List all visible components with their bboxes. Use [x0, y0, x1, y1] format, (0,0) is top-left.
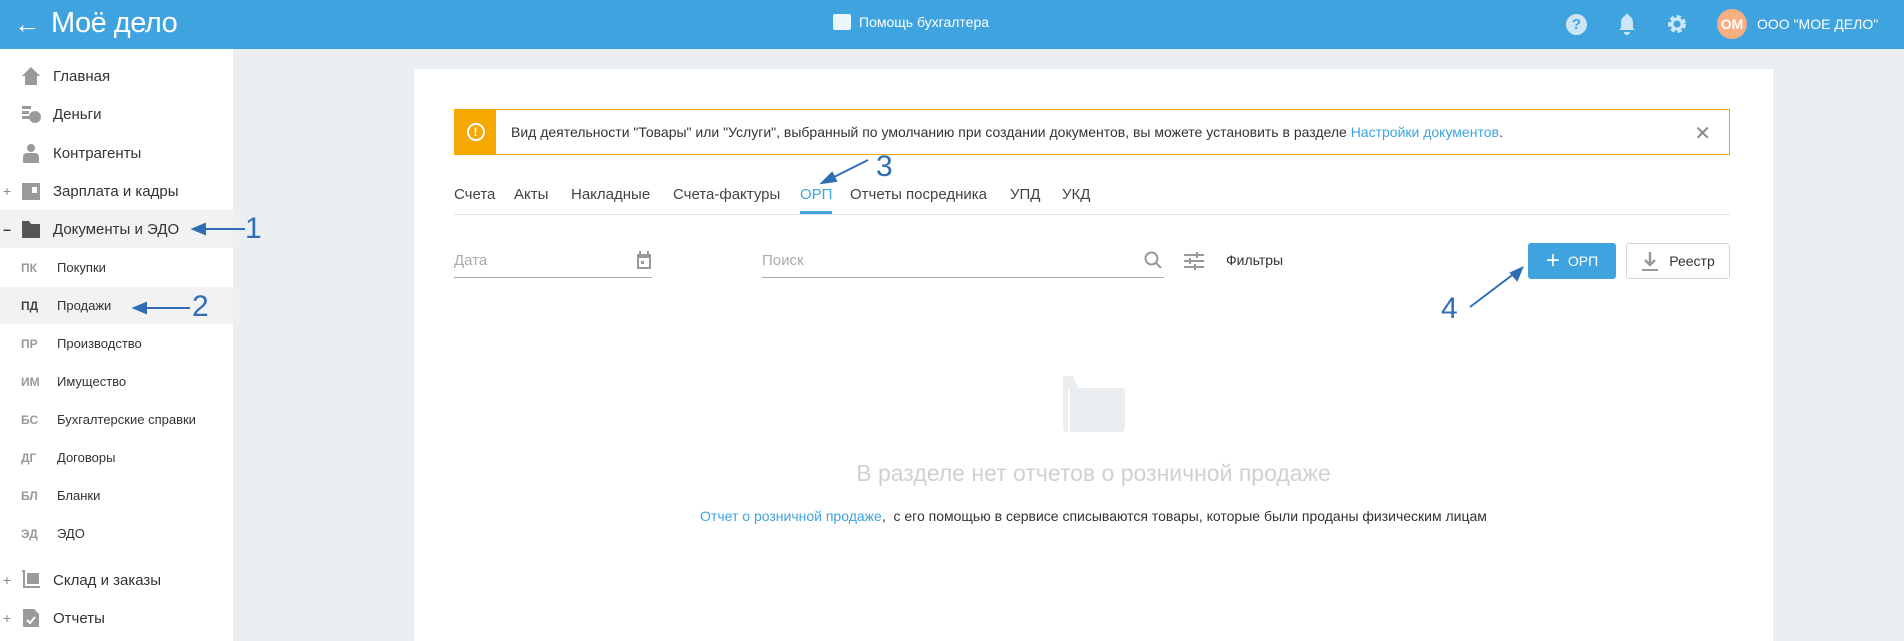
tab-acts[interactable]: Акты — [514, 186, 548, 214]
back-arrow-icon[interactable]: ← — [14, 9, 40, 40]
sidebar-item-label: Главная — [53, 67, 111, 85]
plus-icon: + — [1545, 247, 1560, 274]
tab-invoices[interactable]: Счета — [454, 186, 495, 214]
report-icon — [20, 607, 42, 629]
alert-text-end: . — [1498, 124, 1503, 140]
tabs-divider — [454, 214, 1730, 215]
subitem-label: Имущество — [57, 374, 127, 389]
expand-icon[interactable]: + — [0, 610, 14, 626]
alert-text: Вид деятельности "Товары" или "Услуги", … — [511, 124, 1351, 140]
accountant-help-link[interactable]: Помощь бухгалтера — [833, 14, 989, 30]
subitem-abbr: ДГ — [21, 450, 37, 465]
cash-register-icon — [833, 14, 851, 30]
subitem-label: Продажи — [57, 298, 112, 313]
subitem-label: Бланки — [57, 488, 101, 503]
subitem-abbr: ПР — [21, 336, 38, 351]
subitem-label: Производство — [57, 336, 142, 351]
calendar-icon[interactable] — [636, 250, 652, 270]
warning-icon: ! — [455, 110, 496, 154]
subitem-label: Бухгалтерские справки — [57, 412, 196, 427]
sidebar-item-label: Деньги — [53, 105, 102, 123]
sidebar-subitem-contracts[interactable]: ДГ Договоры — [0, 439, 233, 476]
logo[interactable]: Моё дело — [51, 7, 178, 40]
expand-icon[interactable]: + — [0, 183, 14, 199]
tab-agent-reports[interactable]: Отчеты посредника — [850, 186, 987, 214]
sidebar-subitem-production[interactable]: ПР Производство — [0, 325, 233, 362]
subitem-label: Договоры — [57, 450, 116, 465]
sidebar-subitem-accounting-notes[interactable]: БС Бухгалтерские справки — [0, 401, 233, 438]
retail-report-link[interactable]: Отчет о розничной продаже — [700, 508, 882, 524]
annotation-3: 3 — [876, 150, 893, 183]
search-icon[interactable] — [1144, 251, 1162, 269]
sidebar-item-home[interactable]: Главная — [0, 57, 233, 95]
registry-button[interactable]: Реестр — [1626, 243, 1730, 279]
empty-folder-icon — [1063, 376, 1125, 432]
registry-label: Реестр — [1669, 253, 1715, 269]
sidebar-item-label: Контрагенты — [53, 144, 142, 162]
collapse-icon[interactable]: – — [0, 221, 14, 237]
gear-icon[interactable] — [1666, 13, 1688, 35]
tab-waybills[interactable]: Накладные — [571, 186, 650, 214]
sidebar-item-documents[interactable]: – Документы и ЭДО — [0, 210, 233, 248]
warehouse-icon — [20, 569, 42, 591]
subitem-abbr: БЛ — [21, 488, 38, 503]
subitem-abbr: ИМ — [21, 374, 40, 389]
subitem-abbr: ПК — [21, 260, 37, 275]
download-icon — [1642, 252, 1659, 271]
tab-ukd[interactable]: УКД — [1062, 186, 1090, 214]
document-settings-link[interactable]: Настройки документов — [1351, 124, 1499, 140]
expand-icon[interactable]: + — [0, 572, 14, 588]
tab-upd[interactable]: УПД — [1010, 186, 1040, 214]
add-orp-button[interactable]: + ОРП — [1528, 243, 1616, 279]
sidebar: Главная Деньги Контрагенты + Зарплата и к… — [0, 49, 233, 641]
date-input[interactable]: Дата — [454, 248, 652, 278]
close-icon[interactable]: ✕ — [1694, 121, 1711, 146]
sidebar-item-label: Документы и ЭДО — [53, 220, 180, 238]
help-icon[interactable]: ? — [1566, 14, 1587, 35]
wallet-icon — [20, 180, 42, 202]
sidebar-item-contractors[interactable]: Контрагенты — [0, 134, 233, 172]
company-name[interactable]: ООО "МОЕ ДЕЛО" — [1757, 16, 1878, 32]
sidebar-item-label: Отчеты — [53, 609, 105, 627]
date-placeholder: Дата — [454, 252, 488, 269]
sidebar-item-label: Склад и заказы — [53, 571, 162, 589]
subitem-abbr: БС — [21, 412, 39, 427]
sidebar-item-reports[interactable]: + Отчеты — [0, 599, 233, 637]
sidebar-subitem-property[interactable]: ИМ Имущество — [0, 363, 233, 400]
bell-icon[interactable] — [1618, 13, 1636, 35]
avatar[interactable]: ОМ — [1717, 9, 1747, 39]
filter-sliders-icon[interactable] — [1184, 252, 1204, 270]
accountant-help-label: Помощь бухгалтера — [859, 14, 990, 30]
sidebar-item-money[interactable]: Деньги — [0, 95, 233, 133]
empty-state-description: Отчет о розничной продаже, с его помощью… — [414, 508, 1773, 524]
tab-tax-invoices[interactable]: Счета-фактуры — [673, 186, 780, 214]
sidebar-item-salary[interactable]: + Зарплата и кадры — [0, 172, 233, 210]
sidebar-item-warehouse[interactable]: + Склад и заказы — [0, 561, 233, 599]
sidebar-subitem-edo[interactable]: ЭД ЭДО — [0, 515, 233, 552]
sidebar-subitem-forms[interactable]: БЛ Бланки — [0, 477, 233, 514]
search-placeholder: Поиск — [762, 252, 804, 269]
add-orp-label: ОРП — [1567, 253, 1599, 269]
top-bar: ← Моё дело Помощь бухгалтера ? ОМ ООО "М… — [0, 0, 1904, 49]
subitem-label: ЭДО — [57, 526, 85, 541]
tab-orp[interactable]: ОРП — [800, 186, 833, 214]
subitem-label: Покупки — [57, 260, 106, 275]
search-input[interactable]: Поиск — [762, 248, 1164, 278]
annotation-1: 1 — [245, 212, 262, 245]
empty-state-text: , с его помощью в сервисе списываются то… — [881, 508, 1487, 524]
money-icon — [20, 103, 42, 125]
annotation-4: 4 — [1441, 292, 1458, 325]
folder-icon — [20, 218, 42, 240]
subitem-abbr: ЭД — [21, 526, 38, 541]
sidebar-subitem-purchases[interactable]: ПК Покупки — [0, 249, 233, 286]
filters-button[interactable]: Фильтры — [1226, 252, 1283, 268]
sidebar-item-label: Зарплата и кадры — [53, 182, 179, 200]
home-icon — [20, 65, 42, 87]
contractor-icon — [20, 142, 42, 164]
subitem-abbr: ПД — [21, 298, 39, 313]
annotation-2: 2 — [192, 290, 209, 323]
empty-state-title: В разделе нет отчетов о розничной продаж… — [856, 460, 1331, 486]
alert-banner: ! Вид деятельности "Товары" или "Услуги"… — [454, 109, 1730, 155]
